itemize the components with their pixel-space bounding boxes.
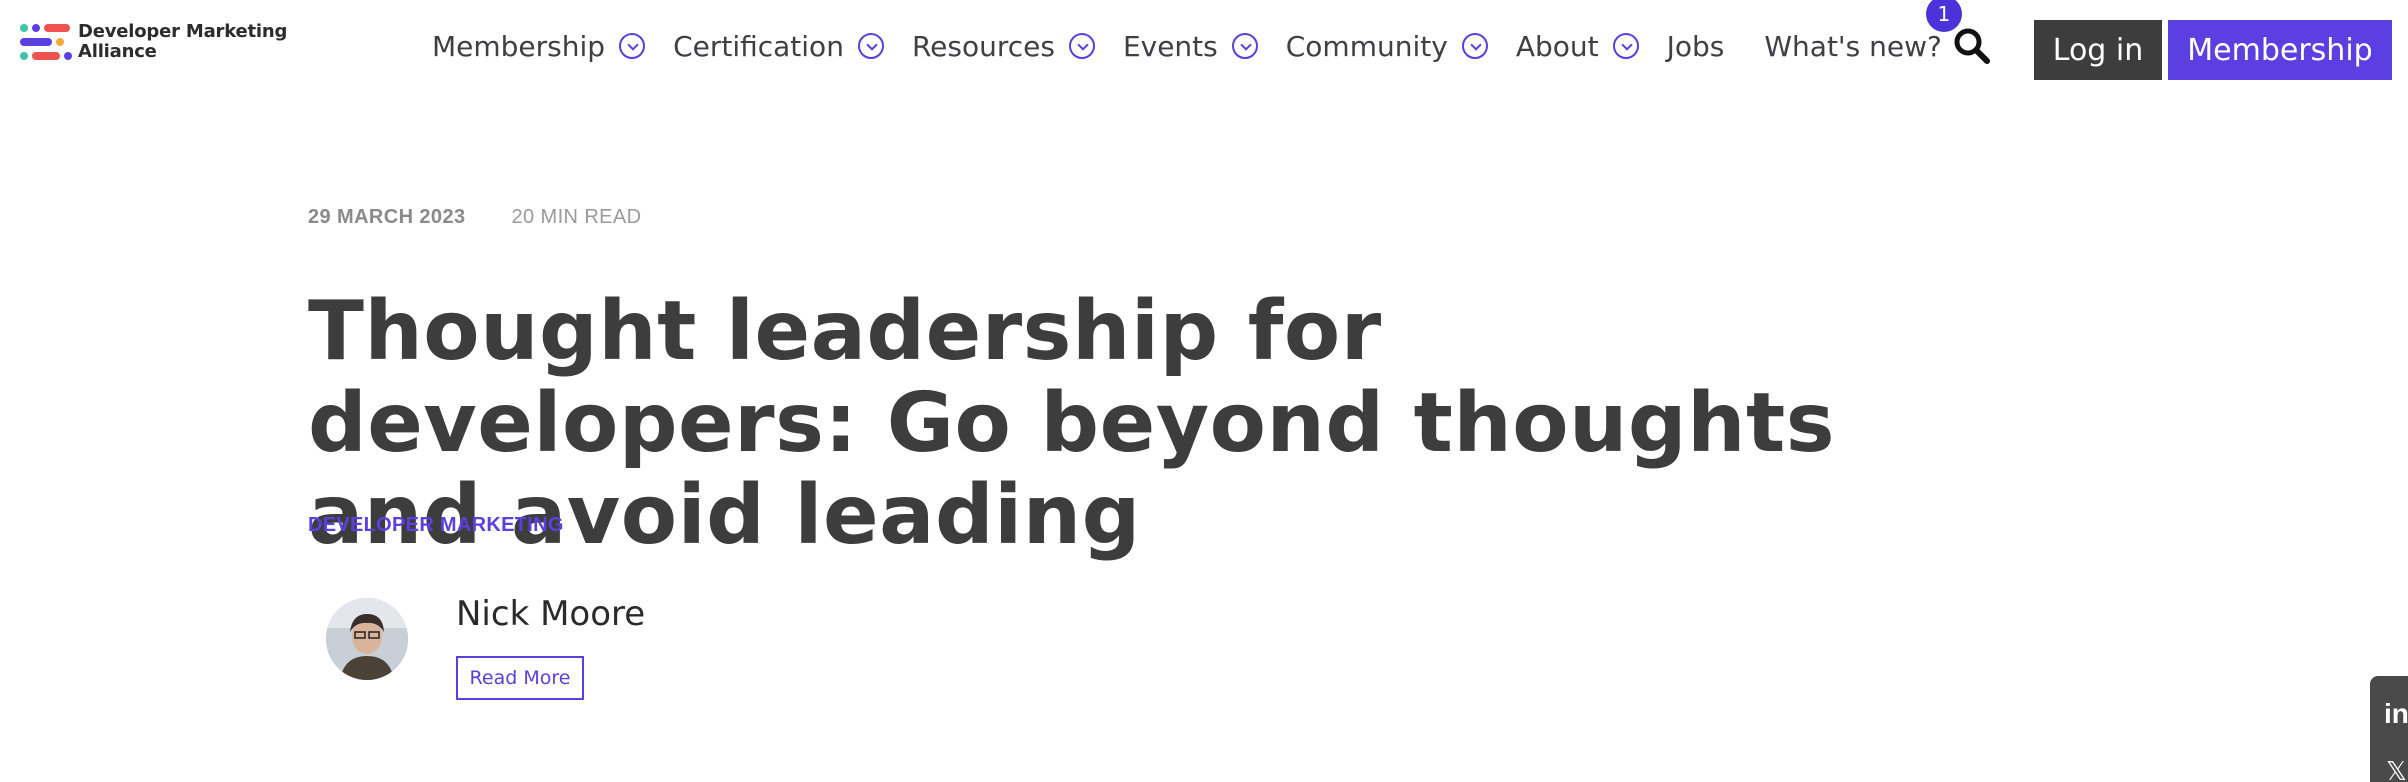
nav-about-label: About xyxy=(1515,29,1599,63)
site-logo[interactable]: Developer Marketing Alliance xyxy=(20,22,287,62)
chevron-down-icon[interactable] xyxy=(1231,33,1258,59)
nav-membership-label: Membership xyxy=(432,29,606,63)
nav-jobs-label: Jobs xyxy=(1666,29,1725,63)
nav-jobs[interactable]: Jobs xyxy=(1667,30,1725,63)
article-meta: 29 MARCH 2023 20 MIN READ xyxy=(308,206,642,229)
chevron-down-icon[interactable] xyxy=(1612,33,1639,59)
chevron-down-icon[interactable] xyxy=(619,33,646,59)
nav-membership[interactable]: Membership xyxy=(432,29,646,63)
logo-mark-icon xyxy=(20,22,74,62)
site-header: Developer Marketing Alliance Membership … xyxy=(0,0,2408,96)
nav-community-label: Community xyxy=(1285,29,1448,63)
nav-certification-label: Certification xyxy=(673,29,844,63)
nav-events-label: Events xyxy=(1122,29,1218,63)
nav-whats-new[interactable]: What's new? 1 xyxy=(1764,0,1962,63)
nav-resources[interactable]: Resources xyxy=(912,30,1095,63)
chevron-down-icon[interactable] xyxy=(857,33,884,59)
chevron-down-icon[interactable] xyxy=(1461,33,1488,59)
linkedin-icon[interactable]: in xyxy=(2384,698,2408,730)
author-avatar[interactable] xyxy=(326,598,408,680)
read-more-button[interactable]: Read More xyxy=(456,656,584,700)
nav-whats-new-label: What's new? xyxy=(1764,29,1942,63)
logo-line-2: Alliance xyxy=(78,41,157,62)
nav-resources-label: Resources xyxy=(911,29,1055,63)
x-icon[interactable]: 𝕏 xyxy=(2386,756,2407,782)
article-category-link[interactable]: DEVELOPER MARKETING xyxy=(308,514,564,537)
nav-events[interactable]: Events xyxy=(1123,30,1258,63)
search-icon[interactable] xyxy=(1952,26,1992,66)
author-name[interactable]: Nick Moore xyxy=(456,594,645,634)
nav-certification[interactable]: Certification xyxy=(673,30,884,63)
logo-line-1: Developer Marketing xyxy=(78,21,288,42)
membership-button[interactable]: Membership xyxy=(2168,20,2392,80)
login-button[interactable]: Log in xyxy=(2034,20,2162,80)
share-rail: in 𝕏 xyxy=(2370,676,2408,782)
nav-about[interactable]: About xyxy=(1516,30,1639,63)
chevron-down-icon[interactable] xyxy=(1068,33,1095,59)
logo-text: Developer Marketing Alliance xyxy=(78,22,287,62)
nav-community[interactable]: Community xyxy=(1286,30,1488,63)
article-read-time: 20 MIN READ xyxy=(511,206,642,228)
main-nav: Membership Certification Resources Event… xyxy=(432,0,1982,72)
article-date: 29 MARCH 2023 xyxy=(308,206,466,228)
